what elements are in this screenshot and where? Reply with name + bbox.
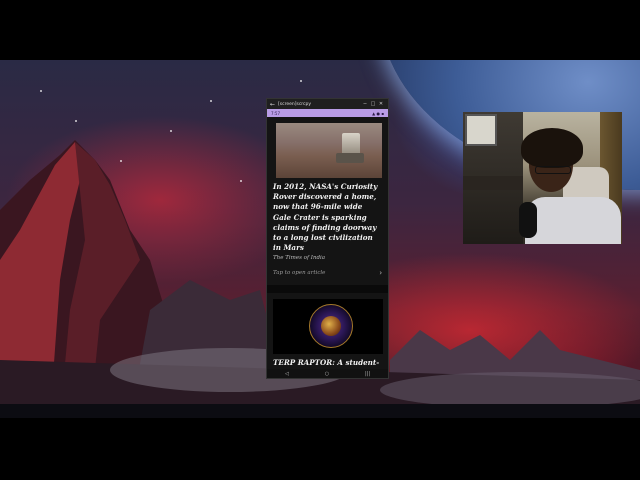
nav-back-icon[interactable]: ◁ [285, 371, 289, 377]
open-article-row[interactable]: Tap to open article › [273, 269, 382, 277]
nav-recents-icon[interactable]: ||| [365, 371, 370, 377]
news-feed[interactable]: In 2012, NASA's Curiosity Rover discover… [267, 117, 388, 369]
taskbar [0, 404, 640, 418]
window-titlebar: ← [screen]scrcpy ─ □ ✕ [267, 99, 388, 109]
phone-status-bar: 7:57 ▲ ● ▪ [267, 109, 388, 117]
open-article-label[interactable]: Tap to open article [273, 270, 325, 276]
minimize-button[interactable]: ─ [361, 101, 369, 107]
status-time: 7:57 [271, 110, 280, 116]
article-image-curiosity-rover[interactable] [276, 123, 382, 178]
window-title: [screen]scrcpy [278, 101, 312, 107]
back-arrow-icon[interactable]: ← [270, 101, 278, 108]
article-image-mission-patch[interactable] [273, 299, 383, 355]
cam-person-hair [521, 128, 583, 168]
cam-person-shirt [525, 197, 621, 244]
cam-glasses [535, 166, 571, 174]
mission-patch-icon [309, 304, 353, 349]
close-button[interactable]: ✕ [377, 101, 385, 107]
phone-mirror-window[interactable]: ← [screen]scrcpy ─ □ ✕ 7:57 ▲ ● ▪ In 201… [266, 98, 389, 379]
rover-body [336, 153, 364, 163]
cam-shelf-lower [463, 176, 523, 190]
status-icons: ▲ ● ▪ [372, 110, 384, 116]
nav-home-icon[interactable]: ○ [325, 371, 329, 377]
article-headline[interactable]: In 2012, NASA's Curiosity Rover discover… [273, 182, 382, 253]
phone-nav-bar: ◁ ○ ||| [267, 369, 388, 378]
microphone-icon [519, 202, 537, 238]
article-headline[interactable]: TERP RAPTOR: A student-built mission to … [273, 358, 382, 369]
article-source: The Times of India [273, 255, 326, 262]
maximize-button[interactable]: □ [369, 101, 377, 107]
webcam-overlay [463, 112, 622, 244]
article-divider [267, 285, 388, 294]
chevron-right-icon[interactable]: › [379, 269, 382, 277]
cam-monitor [465, 114, 497, 146]
letterbox-bottom [0, 418, 640, 480]
letterbox-top [0, 0, 640, 60]
